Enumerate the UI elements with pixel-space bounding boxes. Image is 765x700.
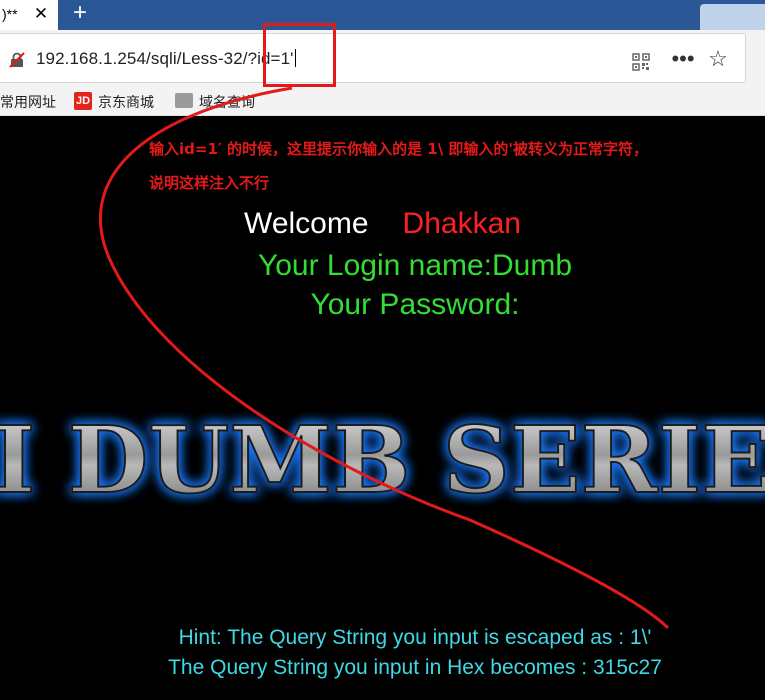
star-icon[interactable]: ☆ — [706, 46, 730, 72]
url-highlight-box — [263, 23, 336, 87]
tab-title: )** — [2, 6, 18, 22]
plus-icon[interactable]: + — [66, 0, 94, 28]
close-icon[interactable]: ✕ — [30, 0, 52, 28]
bookmarks-bar: 常用网址 JD 京东商城 域名查询 — [0, 86, 765, 116]
hint-escaped: Hint: The Query String you input is esca… — [178, 626, 652, 649]
password-line: Your Password: — [310, 288, 520, 321]
sidebar-toggle[interactable] — [700, 4, 765, 30]
bookmark-common-sites[interactable]: 常用网址 — [0, 92, 56, 112]
folder-icon — [175, 93, 193, 108]
welcome-line: Welcome Dhakkan — [0, 207, 765, 241]
welcome-label: Welcome — [244, 207, 369, 240]
hint-hex: The Query String you input in Hex become… — [168, 656, 662, 679]
annotation-line-1: 输入id=1′ 的时候，这里提示你输入的是 1\ 即输入的'被转义为正常字符， — [149, 140, 649, 158]
insecure-lock-icon[interactable] — [9, 52, 25, 68]
jd-logo-icon: JD — [74, 92, 92, 110]
bookmark-jd-mall[interactable]: 京东商城 — [98, 92, 154, 112]
navigation-bar: 192.168.1.254/sqli/Less-32/?id=1' ••• ☆ — [0, 30, 765, 86]
address-bar[interactable]: 192.168.1.254/sqli/Less-32/?id=1' ••• ☆ — [0, 33, 746, 83]
tab-bar: )** ✕ + — [0, 0, 765, 30]
url-value: 192.168.1.254/sqli/Less-32/?id=1' — [36, 49, 294, 68]
browser-tab[interactable]: )** ✕ — [0, 0, 58, 30]
banner-text: I DUMB SERIE — [0, 406, 765, 514]
qr-code-icon[interactable] — [632, 53, 650, 71]
dumb-series-banner: I DUMB SERIE — [0, 405, 765, 515]
welcome-username: Dhakkan — [402, 207, 521, 240]
url-input[interactable]: 192.168.1.254/sqli/Less-32/?id=1' — [36, 49, 296, 69]
annotation-line-2: 说明这样注入不行 — [149, 174, 270, 192]
bookmark-domain-lookup[interactable]: 域名查询 — [199, 92, 255, 112]
more-icon[interactable]: ••• — [671, 48, 695, 72]
login-name-line: Your Login name:Dumb — [257, 249, 573, 282]
